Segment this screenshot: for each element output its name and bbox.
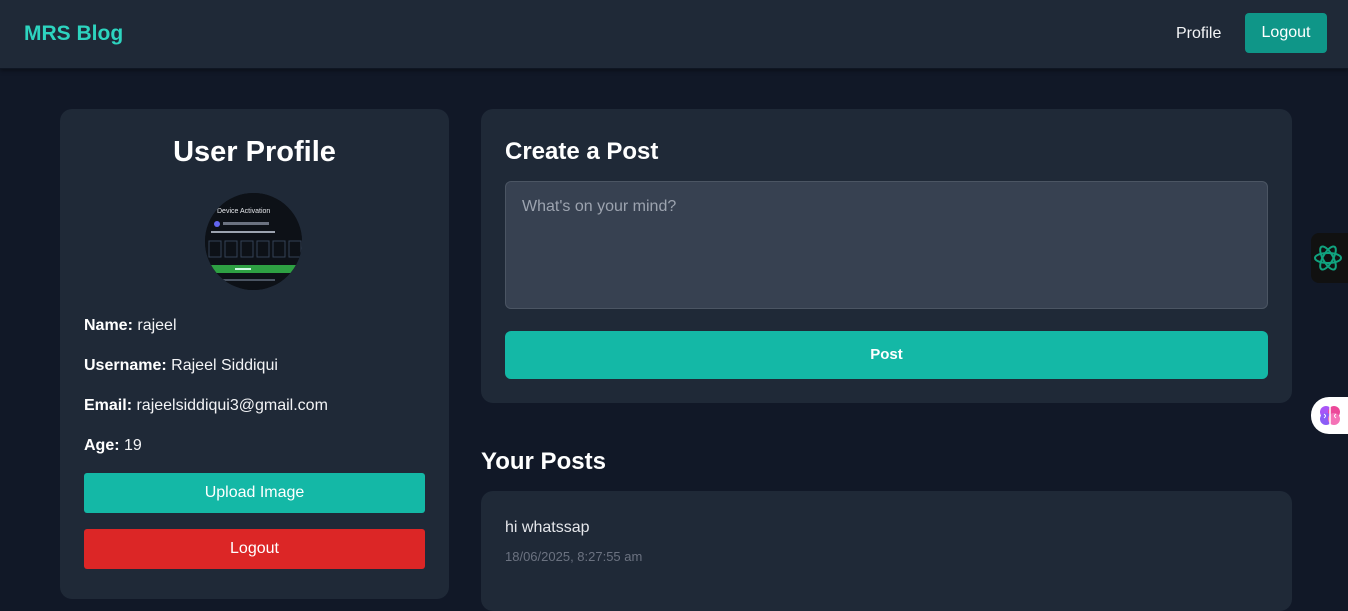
name-label: Name: bbox=[84, 317, 133, 334]
avatar: Device Activation bbox=[205, 193, 302, 290]
profile-logout-button[interactable]: Logout bbox=[84, 529, 425, 569]
username-value: Rajeel Siddiqui bbox=[171, 357, 278, 374]
avatar-screenshot-image: Device Activation bbox=[205, 193, 302, 290]
floating-brain-extension-button[interactable] bbox=[1311, 397, 1348, 434]
profile-age-row: Age: 19 bbox=[84, 436, 142, 456]
email-label: Email: bbox=[84, 397, 133, 414]
profile-title: User Profile bbox=[173, 136, 336, 168]
profile-email-row: Email: rajeelsiddiqui3@gmail.com bbox=[84, 396, 328, 416]
post-content-input[interactable] bbox=[505, 181, 1268, 309]
post-timestamp: 18/06/2025, 8:27:55 am bbox=[505, 549, 643, 564]
age-value: 19 bbox=[124, 437, 142, 454]
post-content: hi whatssap bbox=[505, 519, 590, 536]
post-item: hi whatssap 18/06/2025, 8:27:55 am bbox=[481, 491, 1292, 611]
age-label: Age: bbox=[84, 437, 120, 454]
name-value: rajeel bbox=[137, 317, 177, 334]
top-navbar: MRS Blog Profile Logout bbox=[0, 0, 1348, 69]
user-profile-card: User Profile Device Activation Name: raj… bbox=[60, 109, 449, 599]
create-post-card: Create a Post Post bbox=[481, 109, 1292, 403]
create-post-title: Create a Post bbox=[505, 138, 659, 165]
username-label: Username: bbox=[84, 357, 167, 374]
floating-ai-extension-button[interactable] bbox=[1311, 233, 1348, 283]
brand-logo[interactable]: MRS Blog bbox=[24, 22, 123, 46]
nav-profile-link[interactable]: Profile bbox=[1176, 24, 1221, 44]
nav-logout-button[interactable]: Logout bbox=[1245, 13, 1327, 53]
openai-logo-icon bbox=[1314, 245, 1342, 271]
email-value: rajeelsiddiqui3@gmail.com bbox=[136, 397, 328, 414]
avatar-caption: Device Activation bbox=[217, 208, 270, 215]
post-button[interactable]: Post bbox=[505, 331, 1268, 379]
profile-username-row: Username: Rajeel Siddiqui bbox=[84, 356, 278, 376]
your-posts-heading: Your Posts bbox=[481, 448, 606, 475]
profile-name-row: Name: rajeel bbox=[84, 316, 177, 336]
upload-image-button[interactable]: Upload Image bbox=[84, 473, 425, 513]
brain-icon bbox=[1320, 406, 1340, 425]
